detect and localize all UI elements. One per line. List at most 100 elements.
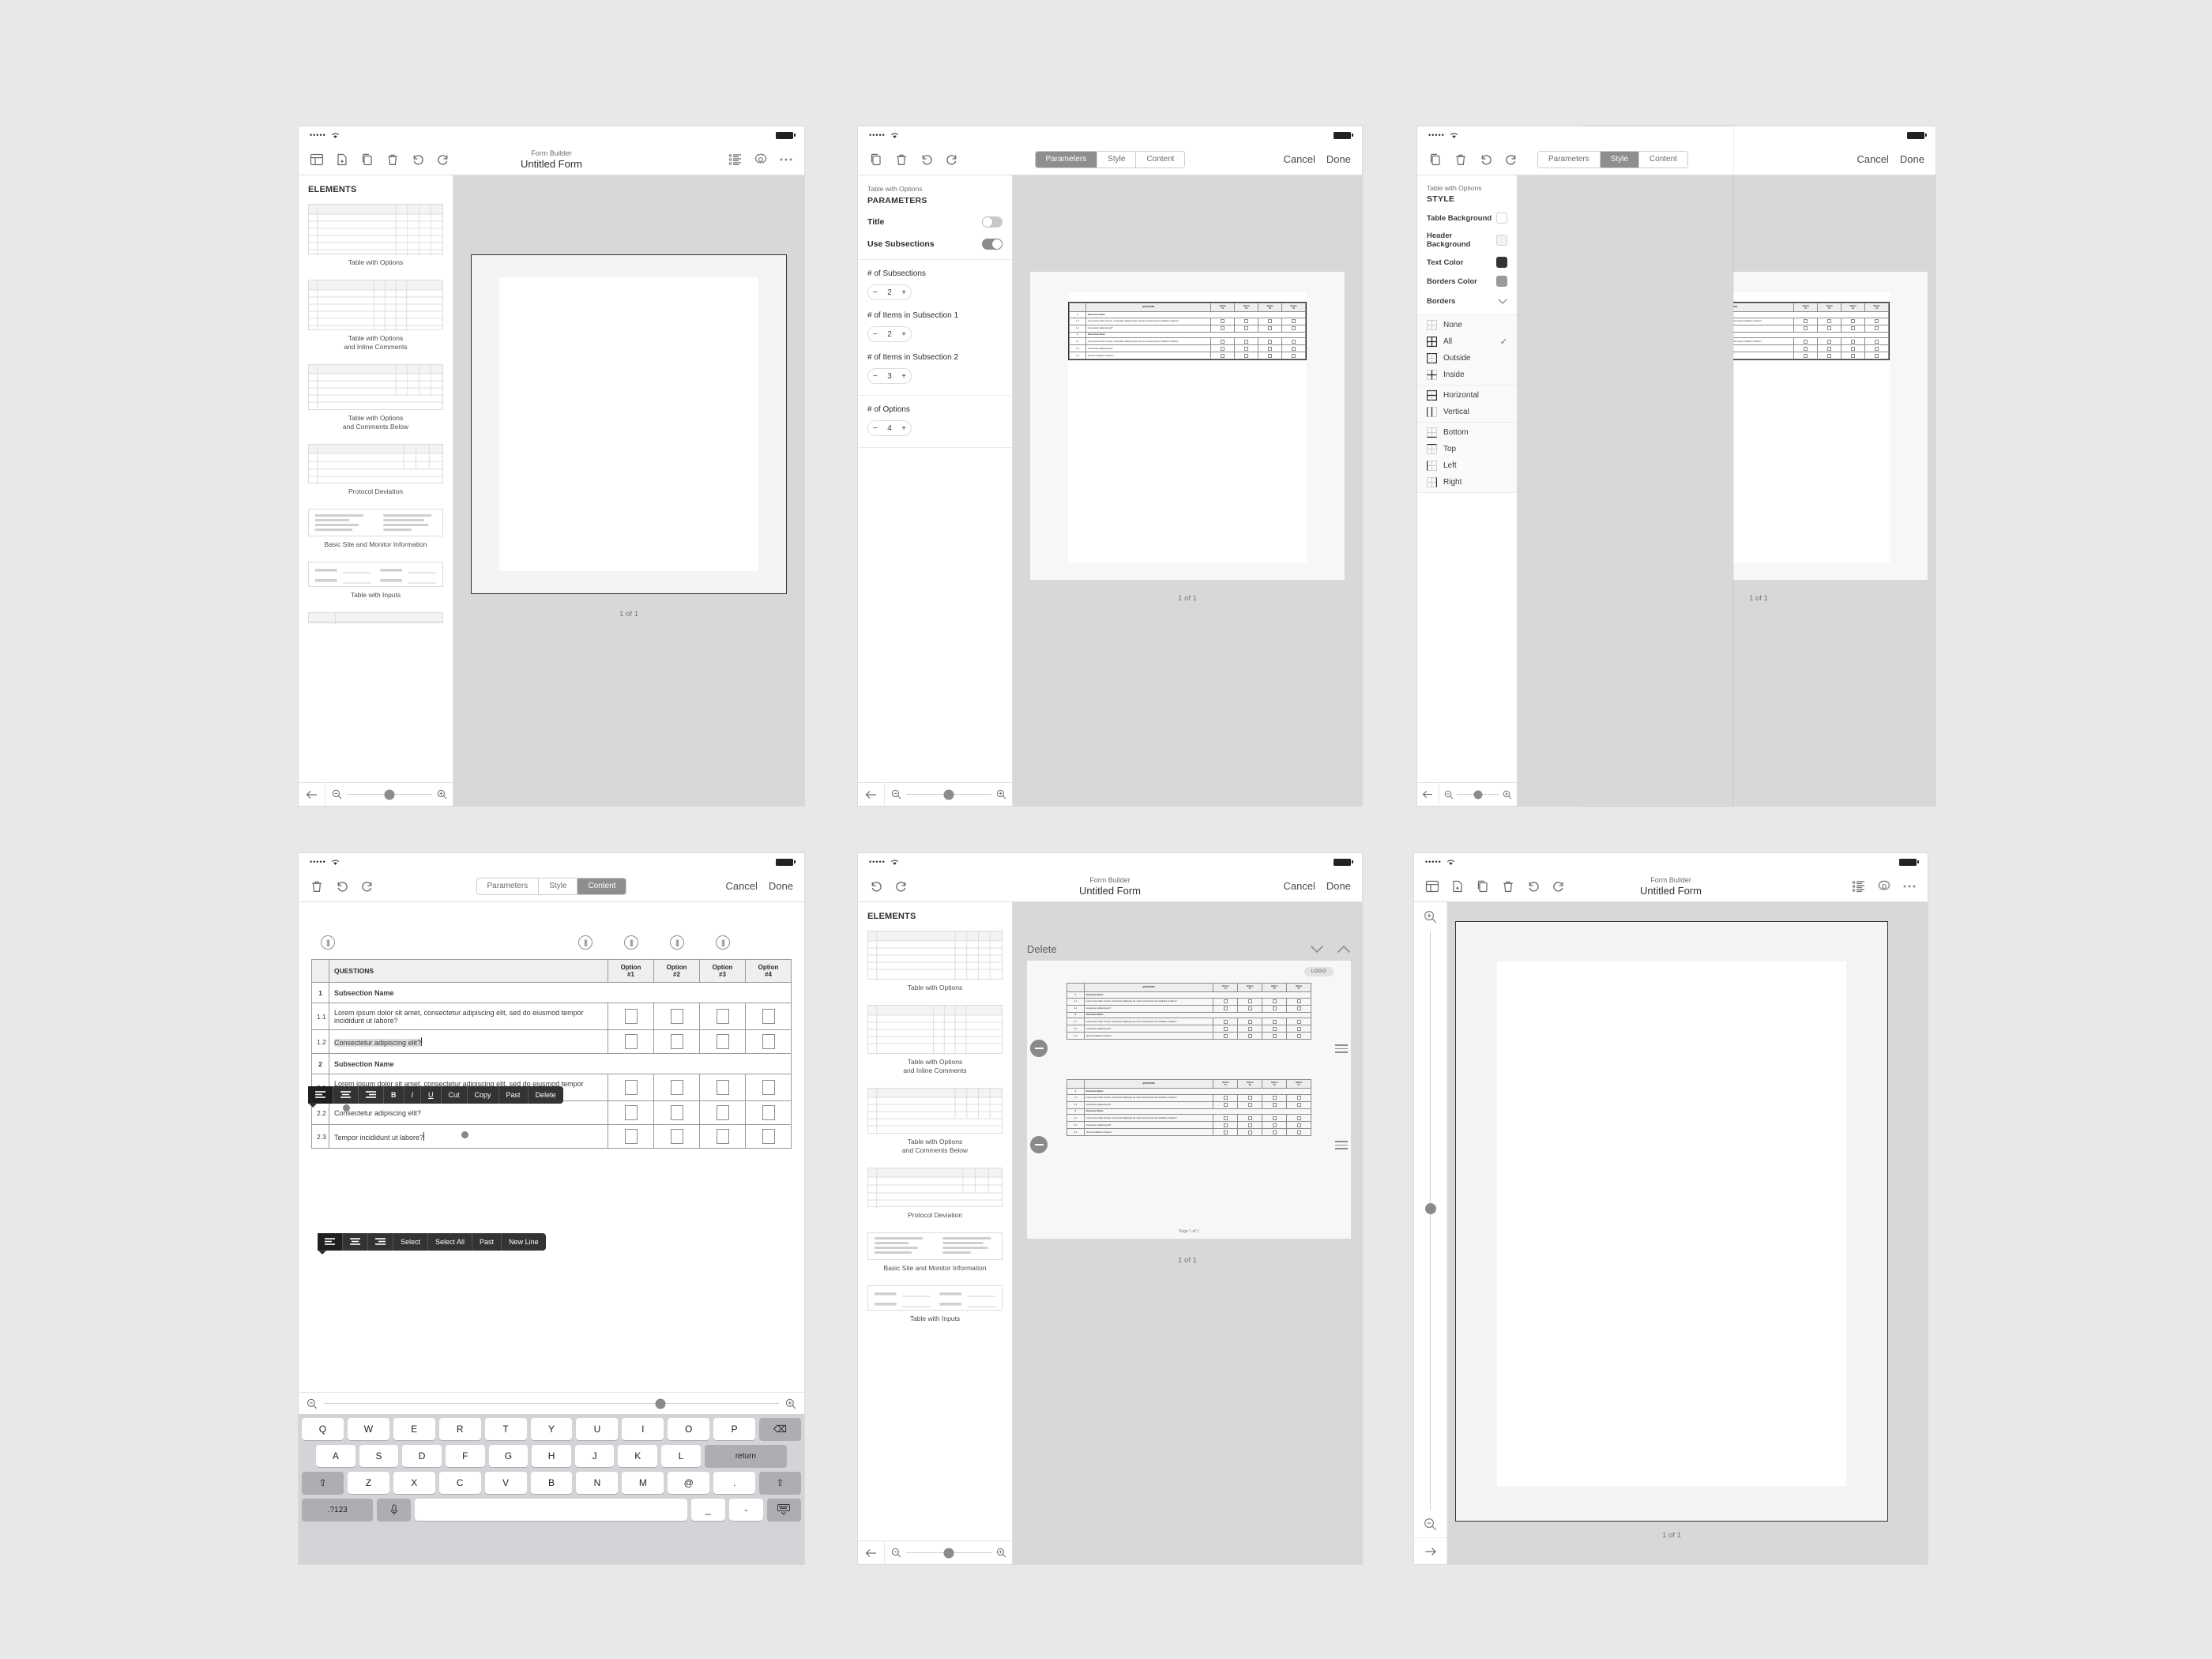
checkbox[interactable] (1292, 319, 1296, 324)
form-page[interactable]: LOGO QUESTIONS Option #1 Option #2 Option #… (1027, 961, 1351, 1239)
form-canvas[interactable]: 1 of 1 (1447, 902, 1928, 1564)
cancel-button[interactable]: Cancel (1856, 153, 1888, 165)
zoom-in-icon[interactable] (1424, 910, 1437, 924)
key-x[interactable]: X (393, 1472, 435, 1494)
key-k[interactable]: K (618, 1445, 658, 1467)
checkbox[interactable] (1223, 1006, 1228, 1011)
checkbox[interactable] (1244, 319, 1249, 324)
microphone-icon[interactable] (377, 1499, 412, 1521)
form-page[interactable] (1455, 921, 1888, 1522)
checkbox[interactable] (1247, 1006, 1252, 1011)
table-row[interactable]: 2.3 Tempor incididunt ut labore? (1069, 352, 1306, 360)
table-row-editing[interactable]: 1.2 Consectetur adipiscing elit? (311, 1029, 792, 1054)
redo-icon[interactable] (1504, 152, 1518, 167)
stepper-subsections[interactable]: − 2 + (867, 284, 912, 300)
zoom-bar[interactable] (858, 782, 1012, 806)
color-swatch-header-background[interactable] (1496, 235, 1507, 246)
table-row[interactable]: 1.1Lorem ipsum dolor sit amet, consectet… (1069, 317, 1306, 325)
checkbox[interactable] (1247, 1103, 1252, 1108)
underline-button[interactable]: U (421, 1086, 442, 1104)
checkbox[interactable] (1296, 1115, 1301, 1120)
checkbox[interactable] (1875, 319, 1879, 324)
checkbox[interactable] (1223, 1026, 1228, 1031)
row-text[interactable]: Consectetur adipiscing elit? (329, 1100, 608, 1125)
checkbox[interactable] (1272, 1103, 1277, 1108)
cut-button[interactable]: Cut (442, 1086, 468, 1104)
param-field-items-sub2[interactable]: # of Items in Subsection 2 − 3 + (858, 342, 1012, 384)
table-row[interactable]: 2Subsection Name (1066, 1011, 1312, 1019)
border-option-top[interactable]: Top (1417, 441, 1517, 457)
key-d[interactable]: D (402, 1445, 442, 1467)
zoom-slider[interactable] (325, 789, 453, 799)
redo-icon[interactable] (1552, 879, 1566, 893)
forward-arrow-button[interactable] (1413, 1537, 1447, 1564)
table-row[interactable]: 2 Subsection Name (311, 1053, 792, 1074)
stepper-plus[interactable]: + (901, 424, 906, 433)
zoom-in-icon[interactable] (996, 1548, 1006, 1558)
checkbox[interactable] (1272, 1019, 1277, 1024)
stepper-minus[interactable]: − (873, 372, 878, 381)
checkbox[interactable] (670, 1009, 683, 1024)
redo-icon[interactable] (436, 152, 450, 167)
row-text-selected[interactable]: Consectetur adipiscing elit? (329, 1029, 608, 1054)
key-n[interactable]: N (576, 1472, 619, 1494)
checkbox[interactable] (670, 1105, 683, 1120)
stepper-minus[interactable]: − (873, 330, 878, 339)
table-row[interactable]: 2.2Consectetur adipiscing elit? (1066, 1025, 1311, 1033)
form-page[interactable] (471, 254, 787, 594)
checkbox[interactable] (716, 1034, 729, 1049)
selected-text[interactable]: Consectetur adipiscing elit? (334, 1038, 422, 1047)
checkbox[interactable] (1272, 1130, 1277, 1134)
border-option-all[interactable]: All ✓ (1417, 333, 1517, 350)
format-context-toolbar[interactable]: B I U Cut Copy Past Delete (308, 1086, 563, 1108)
tab-style[interactable]: Style (1600, 151, 1639, 167)
checkbox[interactable] (1296, 1096, 1301, 1100)
key-return[interactable]: return (704, 1445, 788, 1467)
back-arrow-icon[interactable] (1417, 783, 1439, 806)
table-row[interactable]: 1 Subsection Name (311, 982, 792, 1003)
element-card-table-comments-below[interactable]: Table with Options and Comments Below (299, 359, 453, 439)
checkbox[interactable] (716, 1105, 729, 1120)
element-card-table-with-options[interactable]: Table with Options (299, 199, 453, 275)
checkbox[interactable] (1292, 326, 1296, 331)
checkbox[interactable] (1272, 1115, 1277, 1120)
mode-segmented-control[interactable]: Parameters Style Content (476, 877, 627, 895)
checkbox[interactable] (1851, 353, 1856, 358)
checkbox[interactable] (1272, 1123, 1277, 1127)
key-s[interactable]: S (359, 1445, 399, 1467)
checkbox[interactable] (1247, 1096, 1252, 1100)
key-numeric[interactable]: .?123 (302, 1499, 374, 1521)
zoom-bar-bottom[interactable] (299, 1392, 804, 1414)
checkbox[interactable] (624, 1080, 638, 1095)
key-p[interactable]: P (713, 1418, 756, 1440)
checkbox[interactable] (624, 1129, 638, 1144)
border-option-horizontal[interactable]: Horizontal (1417, 386, 1517, 404)
zoom-out-icon[interactable] (891, 1548, 901, 1558)
form-canvas[interactable]: 1 of 1 (453, 175, 804, 806)
checkbox[interactable] (1221, 346, 1225, 351)
checkbox[interactable] (1244, 346, 1249, 351)
checkbox[interactable] (1221, 326, 1225, 331)
stepper-minus[interactable]: − (873, 424, 878, 433)
back-arrow-icon[interactable] (858, 1541, 885, 1564)
key-shift-left[interactable]: ⇧ (302, 1472, 344, 1494)
key-u[interactable]: U (576, 1418, 619, 1440)
param-field-items-sub1[interactable]: # of Items in Subsection 1 − 2 + (858, 300, 1012, 342)
borders-accordion[interactable]: Borders (1417, 287, 1517, 314)
key-y[interactable]: Y (530, 1418, 573, 1440)
zoom-knob[interactable] (943, 789, 954, 799)
form-block-2[interactable]: QUESTIONS Option #1 Option #2 Option #3 Opt… (1066, 1078, 1312, 1137)
checkbox[interactable] (1223, 1033, 1228, 1038)
key-a[interactable]: A (316, 1445, 356, 1467)
key-i[interactable]: I (622, 1418, 664, 1440)
new-line-button[interactable]: New Line (502, 1233, 546, 1251)
page-content-area[interactable] (499, 277, 758, 571)
more-icon[interactable] (779, 157, 793, 162)
key-g[interactable]: G (488, 1445, 529, 1467)
checkbox[interactable] (1244, 326, 1249, 331)
checkbox[interactable] (1221, 339, 1225, 344)
table-row[interactable]: 1.1Lorem ipsum dolor sit amet, consectet… (1066, 997, 1311, 1006)
column-drag-handle[interactable]: ||| (578, 935, 592, 950)
checkbox[interactable] (1247, 1123, 1252, 1127)
back-arrow-icon[interactable] (858, 783, 885, 806)
